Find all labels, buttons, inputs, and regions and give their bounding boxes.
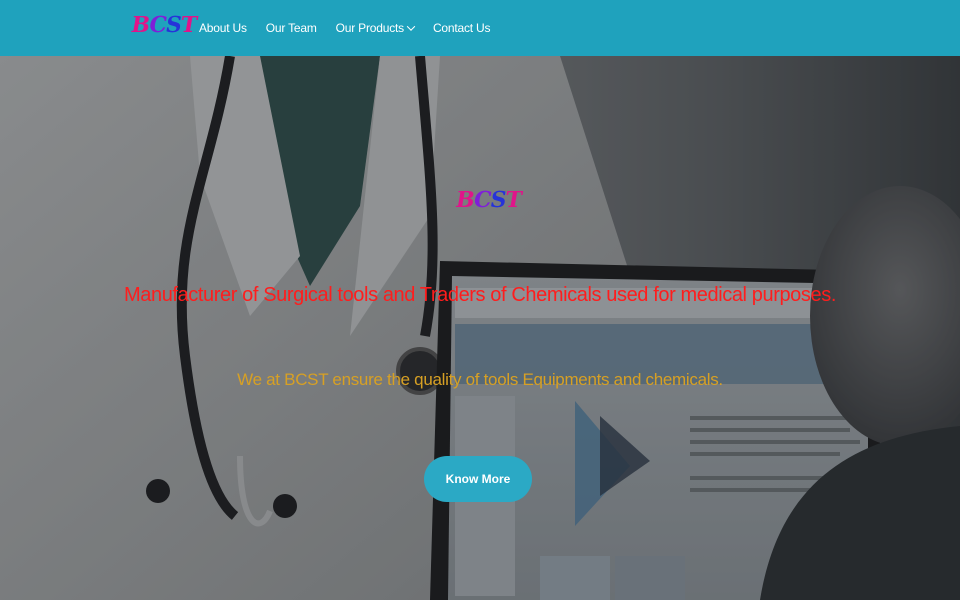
nav-our-team[interactable]: Our Team xyxy=(266,21,317,35)
top-navigation-bar: BCST About Us Our Team Our Products Cont… xyxy=(0,0,960,56)
nav-label: About Us xyxy=(199,21,247,35)
hero-headline: Manufacturer of Surgical tools and Trade… xyxy=(123,284,836,306)
hero-section: BCST Manufacturer of Surgical tools and … xyxy=(0,56,960,600)
main-menu: About Us Our Team Our Products Contact U… xyxy=(199,0,509,56)
know-more-button[interactable]: Know More xyxy=(424,456,532,502)
hero-subheadline: We at BCST ensure the quality of tools E… xyxy=(237,370,723,389)
know-more-label: Know More xyxy=(445,472,511,486)
logo-letter: T xyxy=(178,12,199,38)
nav-label: Contact Us xyxy=(432,21,491,35)
nav-our-products[interactable]: Our Products xyxy=(335,21,416,35)
nav-about-us[interactable]: About Us xyxy=(199,21,247,35)
chevron-down-icon xyxy=(406,22,416,31)
nav-contact-us[interactable]: Contact Us xyxy=(432,21,491,35)
hero-dark-overlay xyxy=(0,56,960,600)
site-logo[interactable]: BCST xyxy=(128,12,198,42)
hero-logo: BCST xyxy=(454,187,523,213)
nav-label: Our Team xyxy=(265,21,317,35)
nav-label: Our Products xyxy=(335,21,404,35)
